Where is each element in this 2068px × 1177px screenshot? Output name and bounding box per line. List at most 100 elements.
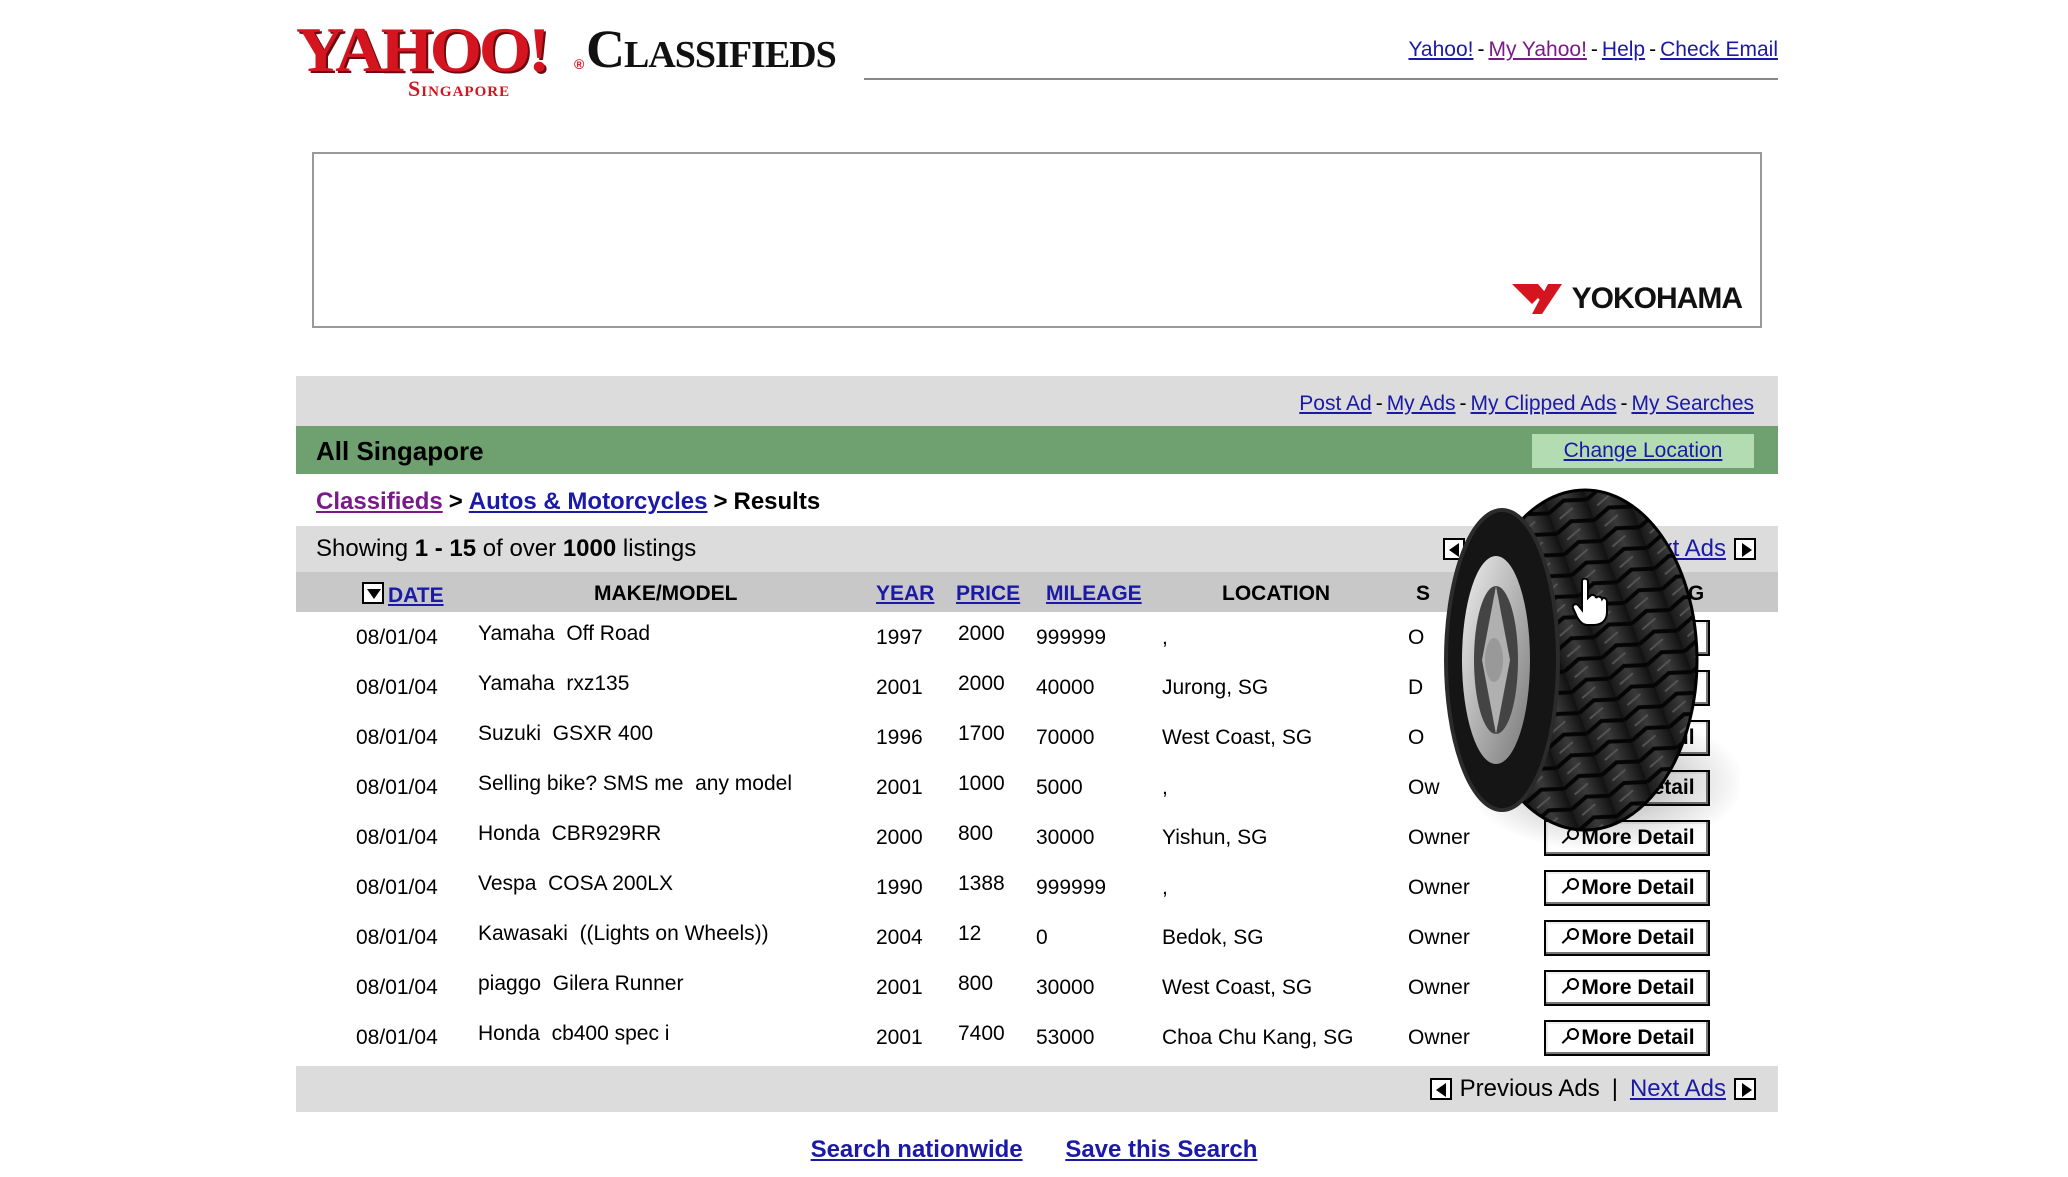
save-search-link[interactable]: Save this Search bbox=[1065, 1136, 1257, 1163]
location-title: All Singapore bbox=[316, 436, 484, 466]
date-sort-link[interactable]: DATE bbox=[388, 584, 444, 607]
listing-date: 08/01/04 bbox=[356, 1026, 438, 1049]
separator: - bbox=[1375, 392, 1383, 415]
yokohama-logo: YOKOHAMA bbox=[1511, 282, 1743, 316]
magnifier-icon bbox=[1559, 1027, 1580, 1049]
listing-price: 2000 bbox=[958, 622, 1005, 645]
listing-model: ((Lights on Wheels)) bbox=[579, 922, 769, 945]
listing-make-model[interactable]: Yamaha rxz135 bbox=[478, 672, 629, 696]
location-column-header: LOCATION bbox=[1222, 582, 1331, 605]
breadcrumb-classifieds[interactable]: Classifieds bbox=[316, 488, 443, 515]
listing-make-model[interactable]: Yamaha Off Road bbox=[478, 622, 650, 646]
breadcrumb-current: Results bbox=[733, 488, 821, 515]
date-column-header[interactable]: DATE bbox=[362, 582, 444, 608]
change-location-link[interactable]: Change Location bbox=[1564, 439, 1723, 462]
listing-make-model[interactable]: Honda cb400 spec i bbox=[478, 1022, 669, 1046]
results-suffix: listings bbox=[616, 535, 697, 562]
search-nationwide-link[interactable]: Search nationwide bbox=[811, 1136, 1023, 1163]
listing-seller: Owner bbox=[1408, 976, 1470, 999]
listing-year: 1997 bbox=[876, 626, 923, 649]
breadcrumb-separator: > bbox=[713, 488, 728, 515]
listing-year: 1996 bbox=[876, 726, 923, 749]
next-arrow-icon[interactable] bbox=[1734, 1078, 1756, 1100]
listing-make: Kawasaki bbox=[478, 922, 568, 945]
separator: - bbox=[1477, 38, 1485, 61]
yahoo-classifieds-logo[interactable]: YAHOO! ® Singapore Classifieds bbox=[296, 18, 856, 108]
listing-mileage: 40000 bbox=[1036, 676, 1095, 699]
bottom-pager-bar: Previous Ads | Next Ads bbox=[296, 1066, 1778, 1112]
prev-arrow-icon[interactable] bbox=[1429, 1078, 1452, 1100]
my-yahoo-link[interactable]: My Yahoo! bbox=[1488, 38, 1586, 61]
listing-year: 2001 bbox=[876, 776, 923, 799]
listing-mileage: 999999 bbox=[1036, 876, 1107, 899]
listing-mileage: 0 bbox=[1036, 926, 1048, 949]
listing-year: 2001 bbox=[876, 676, 923, 699]
listing-make-model[interactable]: Kawasaki ((Lights on Wheels)) bbox=[478, 922, 769, 946]
more-detail-button[interactable]: More Detail bbox=[1544, 1020, 1710, 1056]
listing-year: 2001 bbox=[876, 976, 923, 999]
breadcrumb-separator: > bbox=[448, 488, 463, 515]
price-sort-link[interactable]: PRICE bbox=[956, 582, 1020, 606]
listing-year: 2004 bbox=[876, 926, 923, 949]
yahoo-link[interactable]: Yahoo! bbox=[1408, 38, 1473, 61]
separator: - bbox=[1620, 392, 1628, 415]
location-bar: All Singapore Change Location bbox=[296, 426, 1778, 474]
listing-date: 08/01/04 bbox=[356, 626, 438, 649]
my-searches-link[interactable]: My Searches bbox=[1631, 392, 1754, 415]
listing-make: Honda bbox=[478, 822, 540, 845]
listing-seller: Owner bbox=[1408, 876, 1470, 899]
listing-model: COSA 200LX bbox=[548, 872, 673, 895]
yokohama-mark-icon bbox=[1511, 284, 1562, 314]
listing-make: piaggo bbox=[478, 972, 542, 995]
sort-down-arrow-icon[interactable] bbox=[362, 582, 384, 604]
separator: - bbox=[1649, 38, 1657, 61]
listing-model: Off Road bbox=[566, 622, 651, 645]
next-ads-link[interactable]: Next Ads bbox=[1630, 1075, 1726, 1103]
listing-price: 800 bbox=[958, 822, 994, 845]
listing-mileage: 53000 bbox=[1036, 1026, 1095, 1049]
listing-date: 08/01/04 bbox=[356, 876, 438, 899]
listing-mileage: 30000 bbox=[1036, 826, 1095, 849]
change-location-button[interactable]: Change Location bbox=[1532, 434, 1754, 468]
more-detail-button[interactable]: More Detail bbox=[1544, 970, 1710, 1006]
previous-ads-label[interactable]: Previous Ads bbox=[1460, 1075, 1600, 1103]
listing-year: 2000 bbox=[876, 826, 923, 849]
listing-make-model[interactable]: Suzuki GSXR 400 bbox=[478, 722, 653, 746]
more-detail-button[interactable]: More Detail bbox=[1544, 920, 1710, 956]
listing-date: 08/01/04 bbox=[356, 726, 438, 749]
post-ad-link[interactable]: Post Ad bbox=[1299, 392, 1371, 415]
listing-model: CBR929RR bbox=[551, 822, 662, 845]
check-email-link[interactable]: Check Email bbox=[1660, 38, 1778, 61]
yahoo-logo-text: YAHOO! bbox=[296, 14, 550, 85]
more-detail-label: More Detail bbox=[1581, 876, 1695, 899]
make-model-column-header: MAKE/MODEL bbox=[594, 582, 738, 605]
listing-make: Honda bbox=[478, 1022, 540, 1045]
my-clipped-ads-link[interactable]: My Clipped Ads bbox=[1471, 392, 1617, 415]
separator: - bbox=[1590, 38, 1598, 61]
listing-price: 1388 bbox=[958, 872, 1005, 895]
breadcrumb: Classifieds > Autos & Motorcycles > Results bbox=[316, 488, 820, 516]
banner-ad[interactable]: YOKOHAMA bbox=[312, 152, 1762, 328]
listing-make-model[interactable]: Honda CBR929RR bbox=[478, 822, 661, 846]
help-link[interactable]: Help bbox=[1602, 38, 1645, 61]
listing-date: 08/01/04 bbox=[356, 826, 438, 849]
breadcrumb-autos-motorcycles[interactable]: Autos & Motorcycles bbox=[469, 488, 708, 515]
listing-make: Vespa bbox=[478, 872, 537, 895]
listing-make-model[interactable]: Vespa COSA 200LX bbox=[478, 872, 673, 896]
listing-make-model[interactable]: piaggo Gilera Runner bbox=[478, 972, 683, 996]
more-detail-button[interactable]: More Detail bbox=[1544, 870, 1710, 906]
tire-ad-image[interactable] bbox=[1410, 482, 1740, 862]
mileage-sort-link[interactable]: MILEAGE bbox=[1046, 582, 1142, 606]
listing-model: any model bbox=[695, 772, 792, 795]
my-ads-link[interactable]: My Ads bbox=[1387, 392, 1456, 415]
bottom-pager: Previous Ads | Next Ads bbox=[1429, 1075, 1756, 1103]
logo-section-title: Classifieds bbox=[586, 19, 837, 79]
listing-price: 2000 bbox=[958, 672, 1005, 695]
listing-make-model[interactable]: Selling bike? SMS me any model bbox=[478, 772, 792, 796]
year-sort-link[interactable]: YEAR bbox=[876, 582, 934, 606]
